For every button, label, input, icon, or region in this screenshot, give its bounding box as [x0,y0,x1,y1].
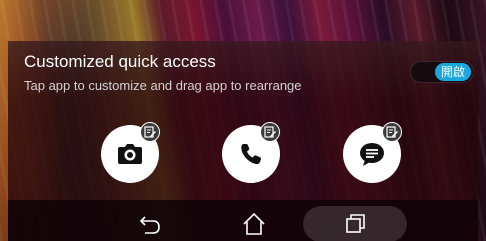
toggle-label: 開啟 [434,63,471,81]
messages-edit-badge[interactable] [382,122,402,142]
home-icon[interactable] [242,212,266,236]
recents-icon[interactable] [344,213,368,235]
message-icon [360,143,384,166]
back-icon[interactable] [139,214,163,236]
edit-icon [264,126,276,138]
edit-icon [144,126,156,138]
quick-access-title: Customized quick access [24,52,216,71]
screen: Customized quick access Tap app to custo… [0,0,486,241]
camera-icon [118,144,142,164]
quick-access-toggle[interactable]: 開啟 [410,61,474,83]
camera-edit-badge[interactable] [140,122,160,142]
edit-icon [386,126,398,138]
phone-icon [241,144,261,165]
quick-access-subtitle: Tap app to customize and drag app to rea… [24,78,302,93]
phone-edit-badge[interactable] [260,122,280,142]
